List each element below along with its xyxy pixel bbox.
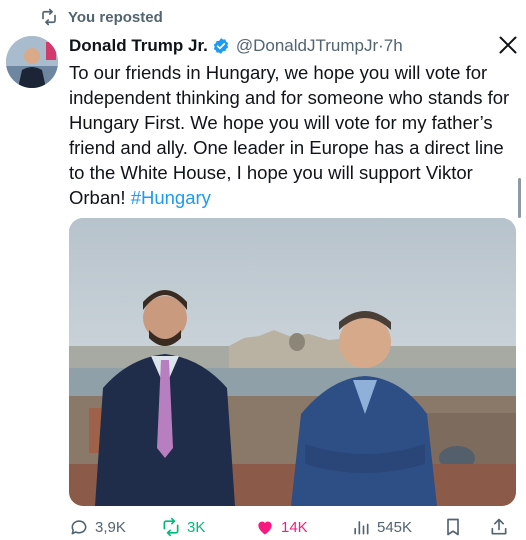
views-icon <box>354 521 369 535</box>
like-count: 14K <box>281 518 308 536</box>
views-count: 545K <box>377 518 413 536</box>
reply-icon <box>71 520 87 535</box>
x-logo-icon[interactable] <box>498 35 518 55</box>
author-handle-time[interactable]: @DonaldJTrumpJr·7h <box>236 36 403 56</box>
share-button[interactable] <box>489 514 509 540</box>
author-name[interactable]: Donald Trump Jr. <box>69 36 208 56</box>
scrollbar[interactable] <box>518 178 521 218</box>
reply-count: 3,9K <box>95 518 126 536</box>
share-icon <box>491 518 507 535</box>
hashtag-link[interactable]: #Hungary <box>131 187 211 208</box>
tweet-photo[interactable] <box>69 218 516 506</box>
verified-badge-icon <box>213 38 228 54</box>
repost-count: 3K <box>187 518 206 536</box>
bookmark-icon <box>447 518 459 536</box>
bookmark-button[interactable] <box>443 514 463 540</box>
tweet-text: To our friends in Hungary, we hope you w… <box>69 60 519 210</box>
repost-banner[interactable]: You reposted <box>40 6 163 28</box>
repost-icon <box>163 517 179 537</box>
repost-button[interactable]: 3K <box>161 514 205 540</box>
views-button[interactable]: 545K <box>351 514 412 540</box>
action-bar: 3,9K 3K 14K 545K <box>69 514 517 540</box>
like-icon <box>258 521 272 535</box>
tweet-header: Donald Trump Jr. @DonaldJTrumpJr·7h <box>69 33 518 59</box>
repost-banner-label: You reposted <box>68 8 163 26</box>
reply-button[interactable]: 3,9K <box>69 514 126 540</box>
avatar[interactable] <box>6 36 58 88</box>
repost-icon <box>42 8 56 26</box>
like-button[interactable]: 14K <box>255 514 308 540</box>
